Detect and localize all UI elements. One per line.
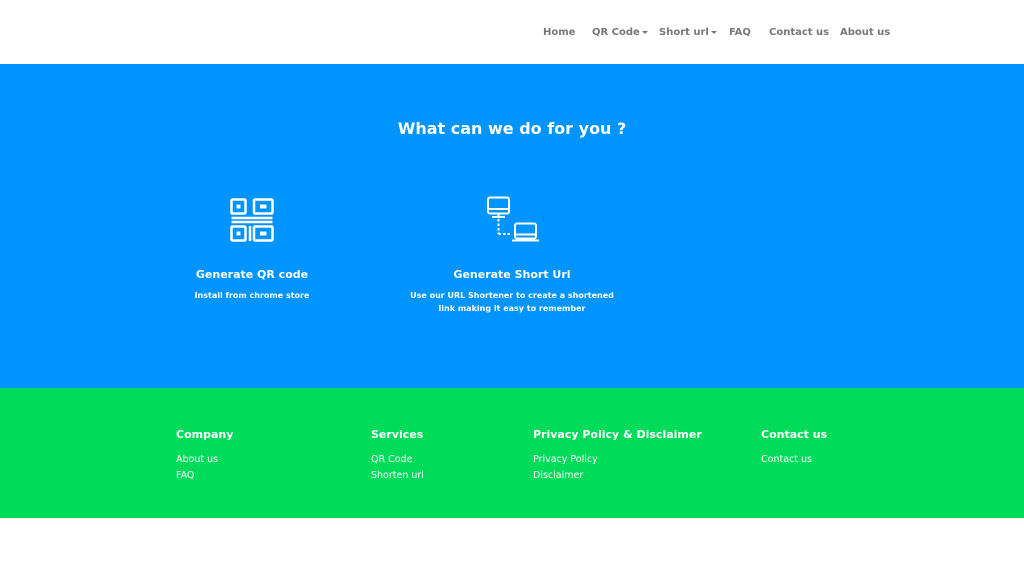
footer-link-about-us[interactable]: About us xyxy=(176,454,218,466)
services-section: What can we do for you ? Generate QR cod… xyxy=(0,64,1024,388)
footer-heading-services: Services xyxy=(371,428,424,441)
nav-short-url-dropdown[interactable]: Short url xyxy=(659,26,717,39)
section-title: What can we do for you ? xyxy=(397,119,627,138)
footer-link-qr-code[interactable]: QR Code xyxy=(371,454,412,466)
footer: Company About us FAQ Services QR Code Sh… xyxy=(0,388,1024,518)
caret-down-icon xyxy=(710,30,717,34)
qr-code-icon xyxy=(230,198,274,242)
nav-faq-link[interactable]: FAQ xyxy=(729,26,751,39)
nav-about-us-link[interactable]: About us xyxy=(840,26,890,39)
footer-heading-contact-us: Contact us xyxy=(761,428,828,441)
nav-contact-us-link[interactable]: Contact us xyxy=(769,26,829,39)
network-link-icon xyxy=(487,196,539,242)
page-bottom-area xyxy=(0,518,1024,576)
footer-heading-company: Company xyxy=(176,428,234,441)
nav-short-url-label: Short url xyxy=(659,27,709,38)
footer-heading-privacy-disclaimer: Privacy Policy & Disclaimer xyxy=(533,428,702,441)
nav-qr-code-dropdown[interactable]: QR Code xyxy=(592,26,648,39)
footer-link-shorten-url[interactable]: Shorten url xyxy=(371,470,424,482)
nav-qr-code-label: QR Code xyxy=(592,27,640,38)
service-description-short-url: Use our URL Shortener to create a shorte… xyxy=(410,291,614,313)
service-description-qr-code: Install from chrome store xyxy=(194,291,310,300)
caret-down-icon xyxy=(641,30,648,34)
footer-link-privacy-policy[interactable]: Privacy Policy xyxy=(533,454,598,466)
nav-home-link[interactable]: Home xyxy=(543,26,575,39)
footer-link-contact-us[interactable]: Contact us xyxy=(761,454,812,466)
footer-link-disclaimer[interactable]: Disclaimer xyxy=(533,470,583,482)
footer-link-faq[interactable]: FAQ xyxy=(176,470,194,482)
service-title-qr-code: Generate QR code xyxy=(195,268,309,281)
navbar: Home QR Code Short url FAQ Contact us Ab… xyxy=(0,0,1024,64)
service-title-short-url: Generate Short Url xyxy=(453,268,571,281)
